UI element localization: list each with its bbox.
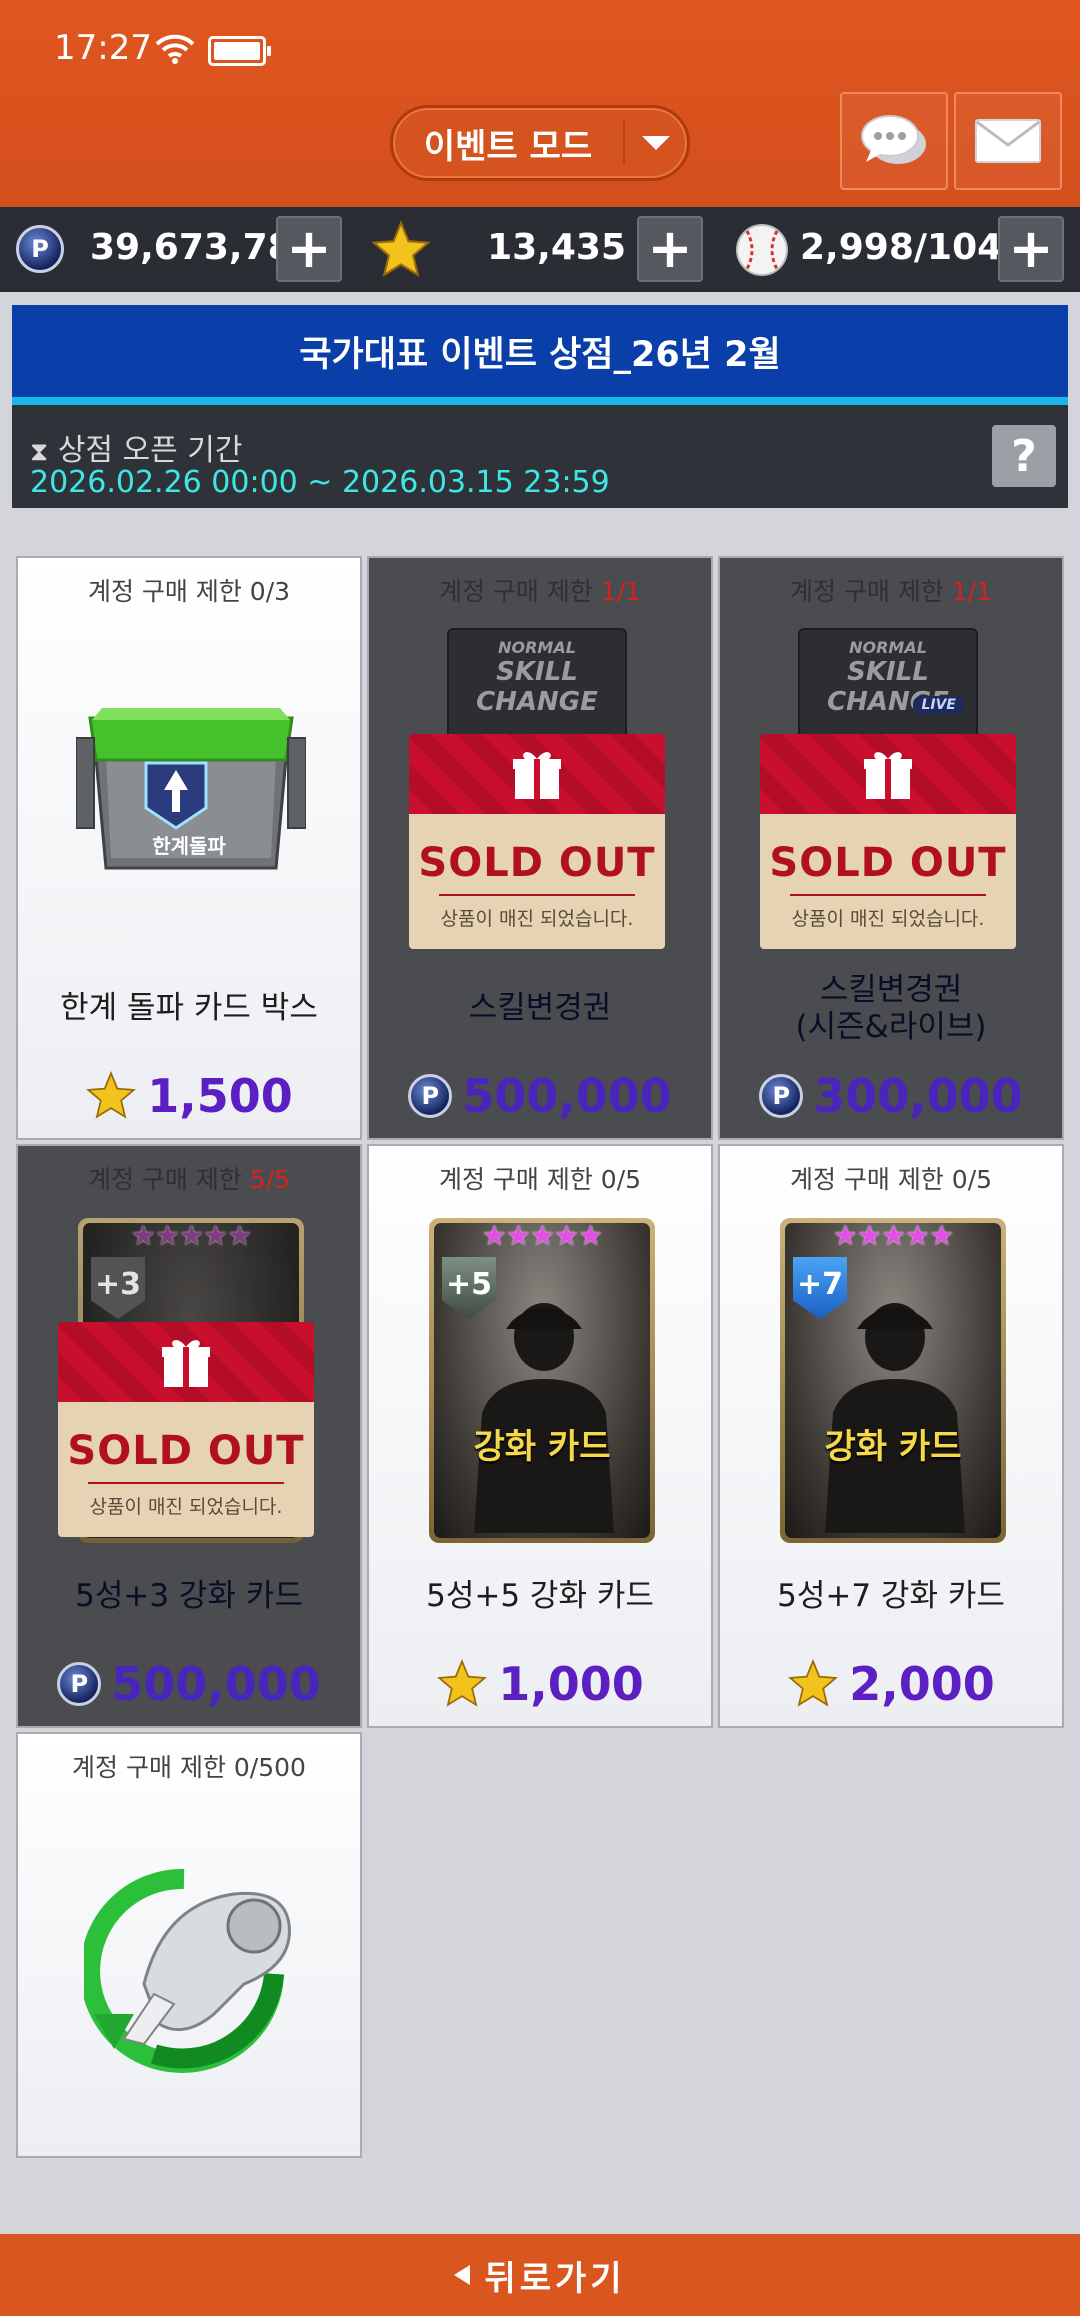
shop-item-card[interactable]: 계정 구매 제한 0/500 (16, 1732, 362, 2158)
item-price: 2,000 (720, 1656, 1062, 1712)
purchase-limit: 계정 구매 제한 5/5 (87, 1165, 291, 1194)
item-name: 5성+7 강화 카드 (777, 1578, 1005, 1614)
item-price: 1,000 (369, 1656, 711, 1712)
item-name: 스킬변경권 (468, 990, 612, 1026)
sold-out-overlay: SOLD OUT 상품이 매진 되었습니다. (58, 1322, 314, 1537)
baseball-icon (736, 224, 788, 276)
whistle-icon (84, 1868, 291, 2073)
help-button[interactable]: ? (992, 425, 1056, 487)
chat-bubble-icon (861, 115, 926, 164)
price-value: 1,500 (147, 1069, 293, 1123)
price-value: 1,000 (498, 1657, 644, 1711)
wifi-icon (155, 32, 195, 70)
item-price: 1,500 (18, 1068, 360, 1124)
star-icon (371, 220, 431, 277)
status-time: 17:27 (54, 28, 152, 68)
skill-change-image: NORMAL SKILL CHANGE (447, 628, 627, 748)
price-value: 500,000 (462, 1069, 672, 1123)
top-header: 17:27 이벤트 모드 (0, 0, 1080, 207)
balls-value: 2,998/104 (800, 227, 1003, 268)
shop-item-card[interactable]: 계정 구매 제한 1/1 NORMAL SKILL CHANGE LIVE SO… (718, 556, 1064, 1140)
item-name: 5성+5 강화 카드 (426, 1578, 654, 1614)
item-name: 스킬변경권 (시즌&라이브) (795, 972, 987, 1046)
mail-envelope-icon (975, 119, 1041, 163)
gift-icon (864, 752, 912, 799)
shop-item-card[interactable]: 계정 구매 제한 0/5 ★★★★★ +7 강화 카드 5성+7 강화 카드 2… (718, 1144, 1064, 1728)
mode-dropdown[interactable]: 이벤트 모드 (390, 105, 690, 181)
point-coin-icon: P (16, 225, 64, 273)
player-silhouette-icon (474, 1303, 614, 1533)
star-icon (437, 1658, 488, 1707)
stars-value: 13,435 (487, 227, 626, 268)
star-icon (788, 1658, 839, 1707)
chat-button[interactable] (840, 92, 948, 190)
hourglass-icon: ⧗ (30, 437, 49, 467)
mail-button[interactable] (954, 92, 1062, 190)
add-balls-button[interactable]: + (998, 216, 1064, 282)
purchase-limit: 계정 구매 제한 0/3 (87, 577, 291, 606)
mode-label: 이벤트 모드 (423, 126, 593, 167)
enhance-card-image: ★★★★★ +7 강화 카드 (780, 1218, 1006, 1543)
currency-bar: P 39,673,789 + 13,435 + 2,998/104 + (0, 207, 1080, 292)
price-value: 300,000 (813, 1069, 1023, 1123)
shop-item-card[interactable]: 계정 구매 제한 0/5 ★★★★★ +5 강화 카드 5성+5 강화 카드 1… (367, 1144, 713, 1728)
back-button[interactable]: 뒤로가기 (0, 2234, 1080, 2316)
gift-icon (513, 752, 561, 799)
shop-item-card[interactable]: 계정 구매 제한 0/3 한계돌파 한계 돌파 카드 박스 1,500 (16, 556, 362, 1140)
enhance-card-image: ★★★★★ +5 강화 카드 (429, 1218, 655, 1543)
point-coin-icon: P (57, 1662, 102, 1706)
purchase-limit: 계정 구매 제한 1/1 (789, 577, 993, 606)
shop-title: 국가대표 이벤트 상점_26년 2월 (12, 305, 1068, 405)
shop-open-period: ⧗ 상점 오픈 기간 2026.02.26 00:00 ~ 2026.03.15… (12, 405, 1068, 508)
purchase-limit: 계정 구매 제한 0/500 (72, 1753, 306, 1782)
points-value: 39,673,789 (90, 227, 318, 268)
item-price: P 500,000 (18, 1656, 360, 1712)
star-icon (86, 1070, 137, 1119)
price-value: 2,000 (849, 1657, 995, 1711)
purchase-limit: 계정 구매 제한 0/5 (438, 1165, 642, 1194)
add-points-button[interactable]: + (276, 216, 342, 282)
purchase-limit: 계정 구매 제한 1/1 (438, 577, 642, 606)
shop-item-card[interactable]: 계정 구매 제한 1/1 NORMAL SKILL CHANGE SOLD OU… (367, 556, 713, 1140)
player-silhouette-icon (825, 1303, 965, 1533)
point-coin-icon: P (408, 1074, 453, 1118)
battery-icon (208, 36, 271, 66)
item-name: 한계 돌파 카드 박스 (60, 990, 318, 1026)
box-label: 한계돌파 (152, 834, 226, 858)
item-name: 5성+3 강화 카드 (75, 1578, 303, 1614)
open-period-label: 상점 오픈 기간 (57, 433, 243, 468)
item-price: P 300,000 (720, 1068, 1062, 1124)
price-value: 500,000 (111, 1657, 321, 1711)
gift-icon (162, 1340, 210, 1387)
card-label: 강화 카드 (473, 1427, 611, 1467)
back-label: 뒤로가기 (484, 2258, 626, 2299)
back-arrow-icon (454, 2265, 471, 2285)
add-stars-button[interactable]: + (637, 216, 703, 282)
open-period-dates: 2026.02.26 00:00 ~ 2026.03.15 23:59 (30, 465, 610, 500)
purchase-limit: 계정 구매 제한 0/5 (789, 1165, 993, 1194)
skill-change-live-image: NORMAL SKILL CHANGE LIVE (798, 628, 978, 748)
item-price: P 500,000 (369, 1068, 711, 1124)
sold-out-overlay: SOLD OUT 상품이 매진 되었습니다. (409, 734, 665, 949)
card-label: 강화 카드 (824, 1427, 962, 1467)
chevron-down-icon (625, 136, 687, 150)
sold-out-overlay: SOLD OUT 상품이 매진 되었습니다. (760, 734, 1016, 949)
shop-item-card[interactable]: 계정 구매 제한 5/5 ★★★★★ +3 SOLD OUT 상품이 매진 되었… (16, 1144, 362, 1728)
point-coin-icon: P (759, 1074, 804, 1118)
